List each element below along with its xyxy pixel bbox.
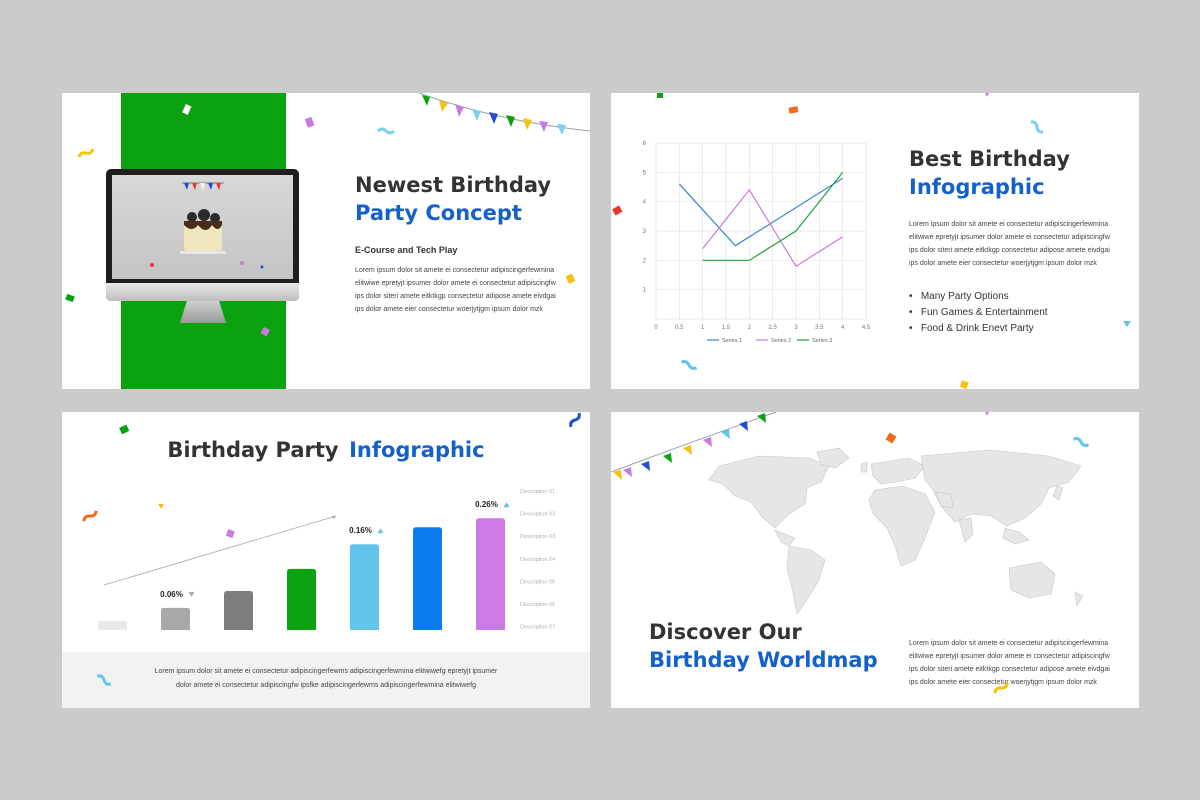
slide-birthday-worldmap[interactable]: Discover Our Birthday Worldmap Lorem ips…: [611, 412, 1139, 708]
confetti: [885, 412, 1090, 694]
slide-birthday-party-infographic[interactable]: Birthday Party Infographic 0.06% 0.16% 0.2…: [62, 412, 590, 708]
confetti: [612, 93, 1131, 389]
slide-best-birthday-infographic[interactable]: 1 2 3 4 5 6 0 0.5 1 1.5 2 2.5 3 3.5 4 4.5 Series 1 Series…: [611, 93, 1139, 389]
confetti: [82, 412, 581, 686]
confetti: [65, 103, 576, 337]
slide-newest-birthday[interactable]: Newest Birthday Party Concept E-Course a…: [62, 93, 590, 389]
